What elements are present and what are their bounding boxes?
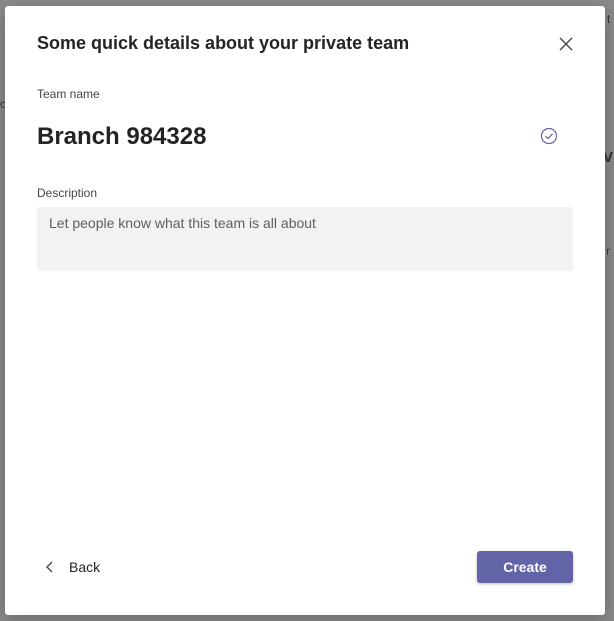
- close-icon: [559, 37, 573, 51]
- back-button[interactable]: Back: [45, 556, 100, 578]
- team-name-input[interactable]: [37, 118, 527, 156]
- create-button[interactable]: Create: [477, 551, 573, 583]
- chevron-left-icon: [46, 561, 53, 573]
- background-text-fragment: r: [606, 244, 610, 258]
- close-button[interactable]: [555, 33, 577, 55]
- team-name-label: Team name: [37, 87, 100, 101]
- check-circle-icon: [540, 127, 558, 145]
- description-label: Description: [37, 186, 98, 200]
- back-button-label: Back: [69, 559, 101, 575]
- create-team-dialog: Some quick details about your private te…: [5, 6, 605, 615]
- background-text-fragment: t: [607, 12, 611, 26]
- dialog-title: Some quick details about your private te…: [37, 33, 410, 53]
- description-field[interactable]: [37, 207, 573, 271]
